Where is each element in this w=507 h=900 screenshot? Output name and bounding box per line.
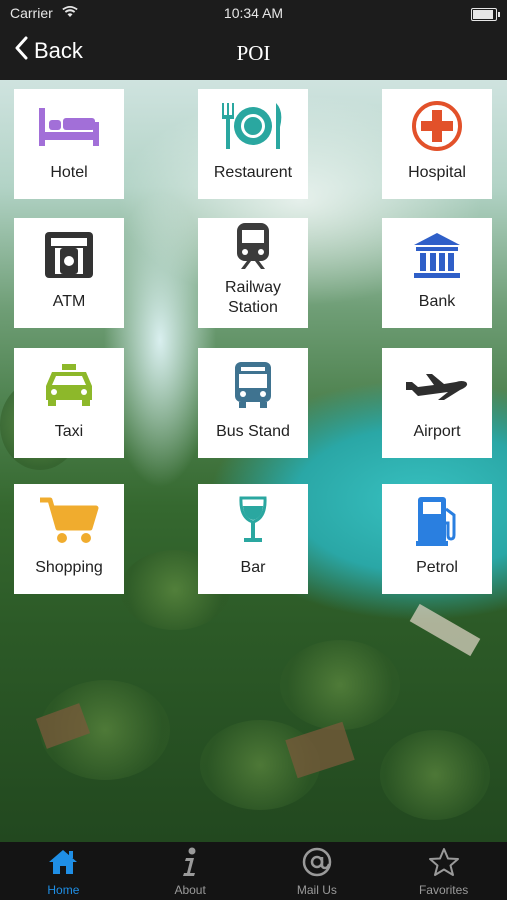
star-icon (380, 846, 507, 878)
tab-home[interactable]: Home (0, 842, 127, 900)
poi-tile-restaurent[interactable]: Restaurent (198, 89, 308, 199)
poi-label: Hospital (408, 164, 466, 181)
tab-favorites[interactable]: Favorites (380, 842, 507, 900)
poi-label: Airport (413, 423, 461, 440)
tab-label: Home (47, 883, 80, 897)
poi-tile-shopping[interactable]: Shopping (14, 484, 124, 594)
tab-about[interactable]: About (127, 842, 254, 900)
poi-tile-taxi[interactable]: Taxi (14, 348, 124, 458)
poi-label: Petrol (416, 559, 458, 576)
poi-tile-petrol[interactable]: Petrol (382, 484, 492, 594)
fuel-pump-icon (382, 492, 492, 550)
poi-label: Bank (418, 293, 456, 310)
poi-tile-bus-stand[interactable]: Bus Stand (198, 348, 308, 458)
poi-label: Railway Station (224, 279, 281, 316)
at-mail-icon (254, 846, 381, 878)
taxi-icon (14, 356, 124, 414)
bus-icon (198, 356, 308, 414)
poi-tile-hospital[interactable]: Hospital (382, 89, 492, 199)
tab-label: About (174, 883, 206, 897)
top-bar: Carrier 10:34 AM Back POI (0, 0, 507, 80)
poi-label: Taxi (54, 423, 84, 440)
bank-icon (382, 226, 492, 284)
tab-label: Mail Us (296, 883, 337, 897)
home-icon (0, 846, 127, 878)
page-title: POI (236, 41, 271, 65)
poi-tile-airport[interactable]: Airport (382, 348, 492, 458)
shopping-cart-icon (14, 492, 124, 550)
navigation-bar: Back POI (0, 26, 507, 80)
poi-label: Bar (240, 559, 266, 576)
tab-bar: Home About Mail Us Favorites (0, 842, 507, 900)
atm-icon (14, 226, 124, 284)
plate-cutlery-icon (198, 97, 308, 155)
tab-label: Favorites (418, 883, 469, 897)
poi-tile-hotel[interactable]: Hotel (14, 89, 124, 199)
poi-label: Hotel (50, 164, 88, 181)
poi-label: ATM (52, 293, 86, 310)
poi-tile-atm[interactable]: ATM (14, 218, 124, 328)
train-icon (198, 220, 308, 272)
poi-tile-railway-station[interactable]: Railway Station (198, 218, 308, 328)
wine-glass-icon (198, 492, 308, 550)
bed-icon (14, 97, 124, 155)
poi-label: Restaurent (213, 164, 293, 181)
info-icon (127, 846, 254, 878)
poi-tile-bar[interactable]: Bar (198, 484, 308, 594)
poi-label: Shopping (35, 559, 103, 576)
poi-tile-bank[interactable]: Bank (382, 218, 492, 328)
airplane-icon (382, 356, 492, 414)
battery-icon (471, 8, 500, 21)
status-time: 10:34 AM (223, 5, 284, 21)
poi-label: Bus Stand (216, 423, 290, 440)
medical-cross-icon (382, 97, 492, 155)
tab-mail-us[interactable]: Mail Us (254, 842, 381, 900)
status-bar: Carrier 10:34 AM (0, 0, 507, 26)
